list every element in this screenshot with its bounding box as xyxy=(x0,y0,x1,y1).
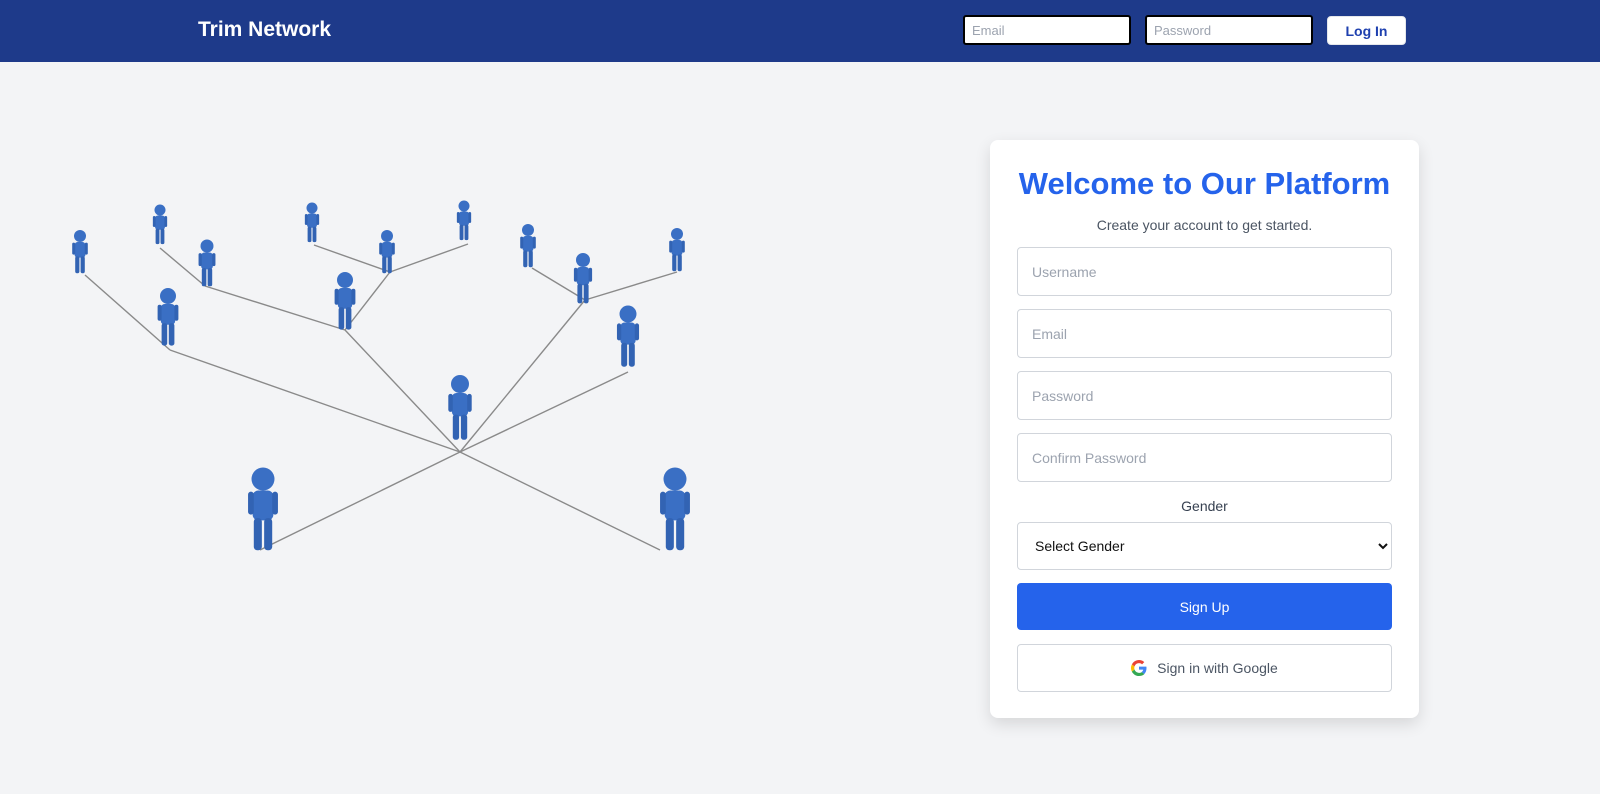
brand-logo-text[interactable]: Trim Network xyxy=(198,18,331,42)
sign-up-button[interactable]: Sign Up xyxy=(1017,583,1392,630)
password-input[interactable] xyxy=(1017,371,1392,420)
gender-label: Gender xyxy=(1181,498,1228,514)
google-icon xyxy=(1131,660,1147,676)
top-navbar: Trim Network Log In xyxy=(0,0,1600,62)
email-input[interactable] xyxy=(1017,309,1392,358)
google-sign-in-button[interactable]: Sign in with Google xyxy=(1017,644,1392,692)
network-people-illustration xyxy=(72,200,690,551)
username-input[interactable] xyxy=(1017,247,1392,296)
header-password-input[interactable] xyxy=(1145,15,1313,45)
login-button[interactable]: Log In xyxy=(1327,16,1406,45)
signup-subtitle: Create your account to get started. xyxy=(1096,217,1313,233)
confirm-password-input[interactable] xyxy=(1017,433,1392,482)
signup-card: Welcome to Our Platform Create your acco… xyxy=(990,140,1419,718)
header-email-input[interactable] xyxy=(963,15,1131,45)
google-sign-in-label: Sign in with Google xyxy=(1157,660,1278,676)
gender-select[interactable]: Select Gender xyxy=(1017,522,1392,570)
signup-title: Welcome to Our Platform xyxy=(1018,166,1391,201)
